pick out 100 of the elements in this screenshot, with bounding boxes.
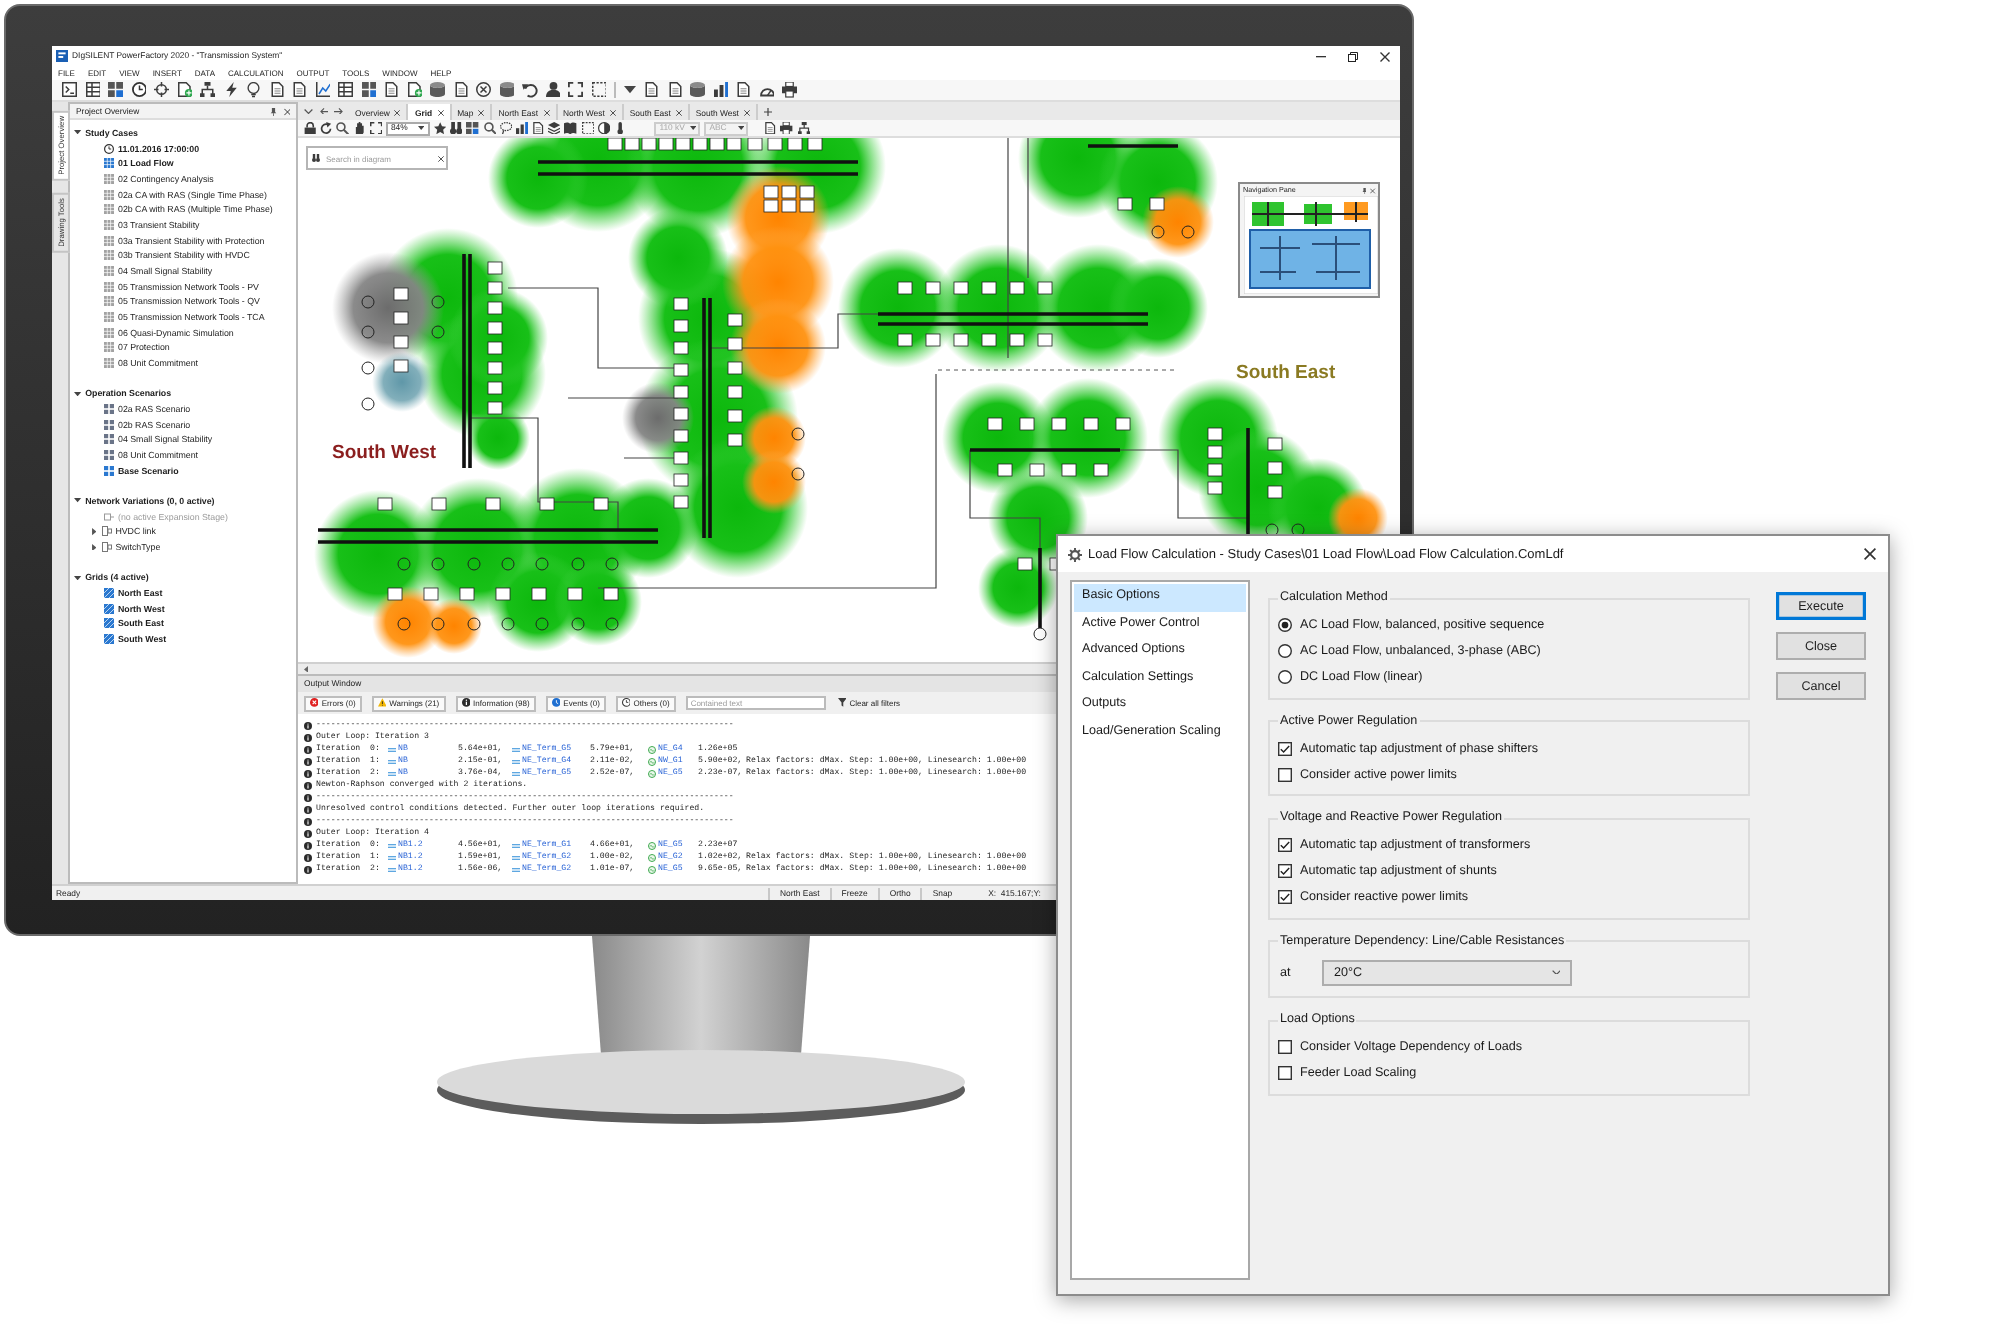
- pin-icon[interactable]: [1361, 187, 1367, 193]
- study-case-icon: [104, 204, 114, 215]
- lock-icon[interactable]: [304, 121, 317, 135]
- bulb-icon[interactable]: [246, 82, 261, 98]
- table-icon[interactable]: [338, 82, 353, 98]
- network-icon[interactable]: [200, 82, 215, 98]
- document-icon[interactable]: [269, 82, 284, 98]
- bar-chart-icon[interactable]: [713, 82, 728, 98]
- caret-icon[interactable]: [304, 665, 308, 673]
- close-icon[interactable]: [543, 109, 550, 115]
- grid-icon[interactable]: [466, 121, 479, 135]
- caret-icon[interactable]: [74, 498, 82, 504]
- lightning-icon[interactable]: [223, 82, 238, 98]
- grid-icon: [104, 603, 114, 614]
- printer-icon[interactable]: [780, 121, 794, 135]
- close-icon[interactable]: [437, 155, 443, 161]
- close-icon[interactable]: [478, 109, 485, 115]
- scenario-icon: [104, 404, 114, 415]
- undo-icon[interactable]: [522, 82, 537, 98]
- close-icon[interactable]: [609, 109, 616, 115]
- layers-icon[interactable]: [548, 121, 561, 135]
- restore-icon[interactable]: [1348, 51, 1358, 61]
- checkbox[interactable]: [1278, 741, 1292, 755]
- close-icon[interactable]: [1864, 548, 1876, 560]
- grid-icon: [104, 633, 114, 644]
- caret-icon[interactable]: [92, 528, 97, 536]
- checkbox[interactable]: [1278, 838, 1292, 852]
- document-icon[interactable]: [384, 82, 399, 98]
- document-icon[interactable]: [644, 82, 659, 98]
- minimize-icon[interactable]: [1316, 55, 1326, 57]
- clock-icon: [621, 698, 631, 708]
- info-icon: [304, 830, 312, 838]
- grid-icon[interactable]: [108, 82, 123, 98]
- new-document-icon[interactable]: [407, 82, 422, 98]
- clock-icon: [104, 143, 114, 154]
- close-icon[interactable]: [1380, 51, 1390, 61]
- close-icon[interactable]: [675, 109, 682, 115]
- document-icon[interactable]: [532, 121, 545, 135]
- refresh-icon[interactable]: [320, 121, 333, 135]
- pin-icon[interactable]: [270, 107, 277, 115]
- person-icon[interactable]: [545, 82, 560, 98]
- plus-icon[interactable]: [763, 107, 772, 115]
- caret-icon[interactable]: [74, 575, 82, 580]
- selection-icon[interactable]: [591, 82, 606, 98]
- checkbox[interactable]: [1278, 1040, 1292, 1054]
- caret-icon[interactable]: [92, 543, 97, 551]
- error-icon: [310, 698, 319, 708]
- fit-view-icon[interactable]: [369, 121, 382, 135]
- network-icon[interactable]: [797, 121, 810, 135]
- caret-icon[interactable]: [624, 86, 636, 94]
- close-icon[interactable]: [743, 109, 750, 115]
- grid-icon[interactable]: [361, 82, 376, 98]
- line-chart-icon[interactable]: [315, 82, 330, 98]
- fit-view-icon[interactable]: [568, 82, 583, 98]
- scenario-icon: [104, 450, 114, 461]
- crosshair-icon[interactable]: [154, 82, 169, 98]
- checkbox[interactable]: [1278, 1066, 1292, 1080]
- back-icon[interactable]: [319, 107, 328, 115]
- new-document-icon[interactable]: [177, 82, 192, 98]
- radio-button[interactable]: [1278, 670, 1292, 684]
- bar-chart-icon[interactable]: [515, 121, 529, 135]
- study-case-icon: [104, 296, 114, 307]
- document-icon[interactable]: [453, 82, 468, 98]
- hand-icon[interactable]: [353, 121, 366, 135]
- radio-button[interactable]: [1278, 618, 1292, 632]
- document-icon[interactable]: [764, 121, 777, 135]
- contrast-icon[interactable]: [597, 121, 610, 135]
- forward-icon[interactable]: [334, 107, 343, 115]
- printer-icon[interactable]: [782, 82, 797, 98]
- binoculars-icon[interactable]: [450, 121, 463, 135]
- search-icon[interactable]: [336, 121, 350, 135]
- minimap-drawing[interactable]: [1244, 196, 1378, 294]
- table-icon[interactable]: [85, 82, 100, 98]
- radio-button[interactable]: [1278, 644, 1292, 658]
- clock-icon[interactable]: [131, 82, 146, 98]
- thermometer-icon[interactable]: [614, 121, 627, 135]
- database-icon[interactable]: [690, 82, 705, 98]
- checkbox[interactable]: [1278, 767, 1292, 781]
- checkbox[interactable]: [1278, 890, 1292, 904]
- study-case-icon: [104, 327, 114, 338]
- study-case-icon: [104, 358, 114, 369]
- star-icon[interactable]: [433, 121, 447, 135]
- document-icon[interactable]: [736, 82, 751, 98]
- cancel-icon[interactable]: [476, 82, 491, 98]
- database-icon[interactable]: [430, 82, 445, 98]
- close-icon[interactable]: [394, 109, 401, 115]
- lasso-icon[interactable]: [499, 121, 512, 135]
- chevron-icon[interactable]: [304, 107, 313, 115]
- search-icon[interactable]: [483, 121, 496, 135]
- caret-icon[interactable]: [74, 130, 82, 135]
- chevron-icon: [1551, 969, 1560, 975]
- selection-icon[interactable]: [581, 121, 594, 135]
- gauge-icon[interactable]: [759, 82, 774, 98]
- document-icon[interactable]: [667, 82, 682, 98]
- close-icon[interactable]: [437, 109, 444, 115]
- terminal-icon[interactable]: [62, 82, 77, 98]
- document-icon[interactable]: [292, 82, 307, 98]
- caret-icon[interactable]: [74, 391, 82, 396]
- checkbox[interactable]: [1278, 864, 1292, 878]
- database-icon[interactable]: [499, 82, 514, 98]
